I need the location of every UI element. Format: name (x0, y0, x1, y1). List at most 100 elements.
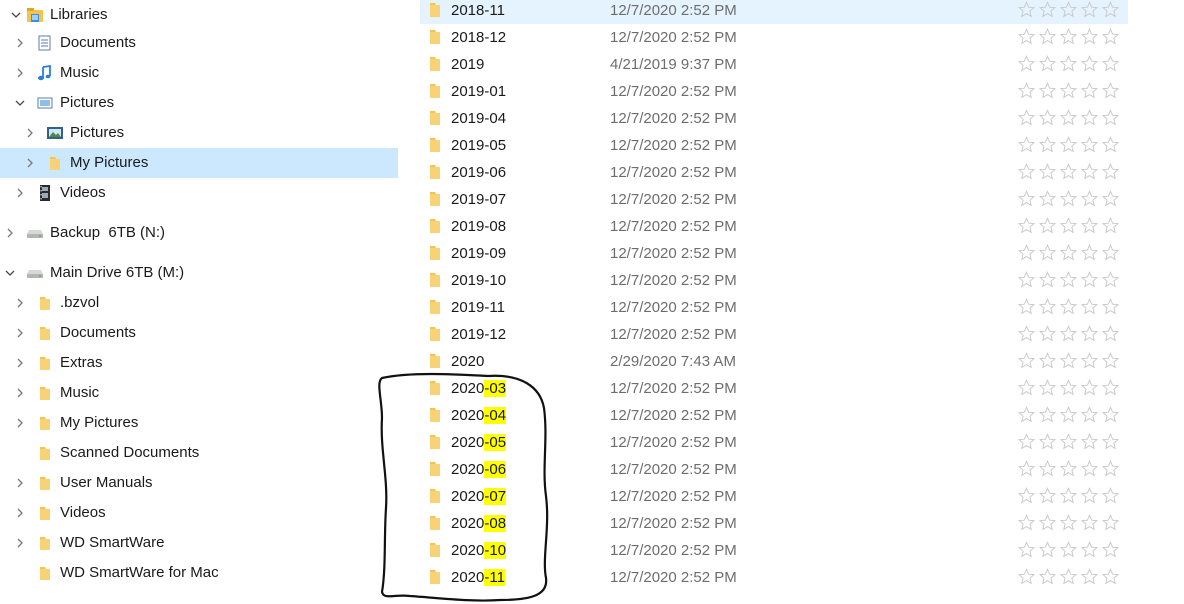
star-icon[interactable] (1080, 109, 1099, 130)
nav-item-user-manuals[interactable]: User Manuals (0, 468, 398, 498)
star-icon[interactable] (1101, 217, 1120, 238)
file-row[interactable]: 2019-07 12/7/2020 2:52 PM (420, 186, 1128, 213)
star-icon[interactable] (1080, 325, 1099, 346)
chevron-down-icon[interactable] (8, 7, 24, 23)
nav-item-backup-6tb-n[interactable]: Backup 6TB (N:) (0, 218, 398, 248)
star-icon[interactable] (1038, 433, 1057, 454)
chevron-right-icon[interactable] (2, 225, 18, 241)
star-icon[interactable] (1059, 541, 1078, 562)
star-icon[interactable] (1038, 514, 1057, 535)
nav-item-scanned-documents[interactable]: Scanned Documents (0, 438, 398, 468)
star-icon[interactable] (1017, 298, 1036, 319)
star-icon[interactable] (1101, 541, 1120, 562)
chevron-right-icon[interactable] (12, 535, 28, 551)
star-icon[interactable] (1038, 406, 1057, 427)
star-icon[interactable] (1038, 136, 1057, 157)
star-icon[interactable] (1101, 109, 1120, 130)
nav-item-main-drive-6tb-m[interactable]: Main Drive 6TB (M:) (0, 258, 398, 288)
star-icon[interactable] (1101, 298, 1120, 319)
rating-stars[interactable] (1017, 433, 1120, 454)
star-icon[interactable] (1017, 379, 1036, 400)
chevron-right-icon[interactable] (12, 35, 28, 51)
rating-stars[interactable] (1017, 109, 1120, 130)
chevron-right-icon[interactable] (12, 295, 28, 311)
nav-item-videos[interactable]: Videos (0, 498, 398, 528)
star-icon[interactable] (1101, 379, 1120, 400)
nav-item-pictures[interactable]: Pictures (0, 118, 398, 148)
chevron-down-icon[interactable] (12, 95, 28, 111)
star-icon[interactable] (1059, 568, 1078, 589)
star-icon[interactable] (1059, 28, 1078, 49)
nav-item-my-pictures[interactable]: My Pictures (0, 148, 398, 178)
file-row[interactable]: 2019 4/21/2019 9:37 PM (420, 51, 1128, 78)
star-icon[interactable] (1080, 28, 1099, 49)
star-icon[interactable] (1101, 514, 1120, 535)
rating-stars[interactable] (1017, 460, 1120, 481)
star-icon[interactable] (1017, 325, 1036, 346)
star-icon[interactable] (1038, 460, 1057, 481)
star-icon[interactable] (1080, 244, 1099, 265)
nav-item-music[interactable]: Music (0, 378, 398, 408)
star-icon[interactable] (1080, 352, 1099, 373)
star-icon[interactable] (1101, 28, 1120, 49)
star-icon[interactable] (1059, 55, 1078, 76)
nav-item-documents[interactable]: Documents (0, 28, 398, 58)
star-icon[interactable] (1059, 217, 1078, 238)
chevron-right-icon[interactable] (12, 475, 28, 491)
star-icon[interactable] (1038, 82, 1057, 103)
chevron-right-icon[interactable] (22, 125, 38, 141)
chevron-right-icon[interactable] (12, 505, 28, 521)
file-row[interactable]: 2019-08 12/7/2020 2:52 PM (420, 213, 1128, 240)
star-icon[interactable] (1038, 109, 1057, 130)
nav-item-extras[interactable]: Extras (0, 348, 398, 378)
star-icon[interactable] (1080, 82, 1099, 103)
star-icon[interactable] (1080, 460, 1099, 481)
star-icon[interactable] (1017, 352, 1036, 373)
file-row[interactable]: 2019-01 12/7/2020 2:52 PM (420, 78, 1128, 105)
star-icon[interactable] (1038, 28, 1057, 49)
star-icon[interactable] (1059, 298, 1078, 319)
star-icon[interactable] (1059, 82, 1078, 103)
star-icon[interactable] (1017, 190, 1036, 211)
star-icon[interactable] (1101, 82, 1120, 103)
file-row[interactable]: 2019-09 12/7/2020 2:52 PM (420, 240, 1128, 267)
star-icon[interactable] (1038, 190, 1057, 211)
star-icon[interactable] (1059, 433, 1078, 454)
rating-stars[interactable] (1017, 190, 1120, 211)
star-icon[interactable] (1038, 352, 1057, 373)
star-icon[interactable] (1059, 460, 1078, 481)
rating-stars[interactable] (1017, 406, 1120, 427)
star-icon[interactable] (1038, 568, 1057, 589)
star-icon[interactable] (1080, 433, 1099, 454)
star-icon[interactable] (1017, 163, 1036, 184)
star-icon[interactable] (1101, 460, 1120, 481)
file-row[interactable]: 2018-12 12/7/2020 2:52 PM (420, 24, 1128, 51)
star-icon[interactable] (1017, 433, 1036, 454)
star-icon[interactable] (1038, 163, 1057, 184)
star-icon[interactable] (1038, 298, 1057, 319)
rating-stars[interactable] (1017, 379, 1120, 400)
nav-item-videos[interactable]: Videos (0, 178, 398, 208)
star-icon[interactable] (1017, 28, 1036, 49)
star-icon[interactable] (1080, 271, 1099, 292)
star-icon[interactable] (1101, 55, 1120, 76)
star-icon[interactable] (1038, 487, 1057, 508)
star-icon[interactable] (1101, 190, 1120, 211)
chevron-right-icon[interactable] (12, 355, 28, 371)
star-icon[interactable] (1017, 271, 1036, 292)
star-icon[interactable] (1038, 379, 1057, 400)
star-icon[interactable] (1059, 325, 1078, 346)
rating-stars[interactable] (1017, 217, 1120, 238)
rating-stars[interactable] (1017, 352, 1120, 373)
file-row[interactable]: 2020-04 12/7/2020 2:52 PM (420, 402, 1128, 429)
chevron-right-icon[interactable] (12, 385, 28, 401)
star-icon[interactable] (1101, 244, 1120, 265)
nav-item-my-pictures[interactable]: My Pictures (0, 408, 398, 438)
file-row[interactable]: 2019-10 12/7/2020 2:52 PM (420, 267, 1128, 294)
chevron-right-icon[interactable] (22, 155, 38, 171)
file-row[interactable]: 2020-07 12/7/2020 2:52 PM (420, 483, 1128, 510)
star-icon[interactable] (1101, 406, 1120, 427)
star-icon[interactable] (1080, 163, 1099, 184)
star-icon[interactable] (1038, 541, 1057, 562)
star-icon[interactable] (1038, 271, 1057, 292)
